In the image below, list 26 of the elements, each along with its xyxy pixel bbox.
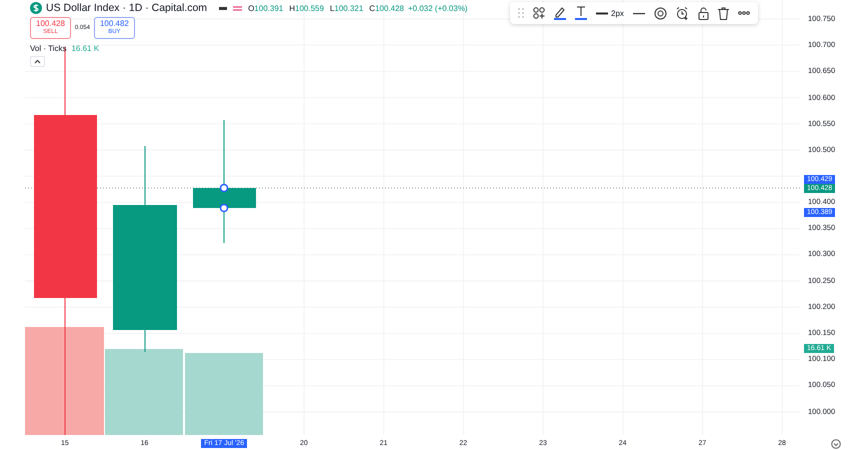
selection-handle[interactable] <box>220 204 228 212</box>
target-icon[interactable] <box>654 6 667 20</box>
ohlc-value: O100.391 <box>248 4 284 12</box>
price-change: +0.032 (+0.03%) <box>408 4 468 12</box>
caret-up-icon <box>34 59 41 64</box>
volume-value: 16.61 K <box>71 44 100 53</box>
pencil-icon[interactable] <box>554 6 566 20</box>
line-thickness-icon <box>596 12 608 14</box>
symbol-title: US Dollar Index · 1D · Capital.com <box>46 2 208 14</box>
alarm-icon[interactable] <box>676 6 689 20</box>
line-width-button[interactable]: 2px <box>596 8 624 18</box>
line-style-icon[interactable] <box>632 12 645 14</box>
minus-icon[interactable] <box>219 6 228 10</box>
reset-scale-icon[interactable] <box>830 438 841 448</box>
shapes-icon[interactable] <box>533 7 545 19</box>
more-icon[interactable] <box>738 11 750 15</box>
volume-label: Vol · Ticks <box>30 44 66 53</box>
selection-handle[interactable] <box>220 184 228 192</box>
ohlc-value: L100.321 <box>330 4 364 12</box>
lock-icon[interactable] <box>698 6 709 20</box>
collapse-button[interactable] <box>30 56 45 67</box>
trash-icon[interactable] <box>718 6 729 20</box>
ohlc-value: H100.559 <box>289 4 324 12</box>
ohlc-value: C100.428 <box>369 4 404 12</box>
drag-handle-icon[interactable] <box>518 8 524 18</box>
text-icon[interactable] <box>575 6 587 20</box>
